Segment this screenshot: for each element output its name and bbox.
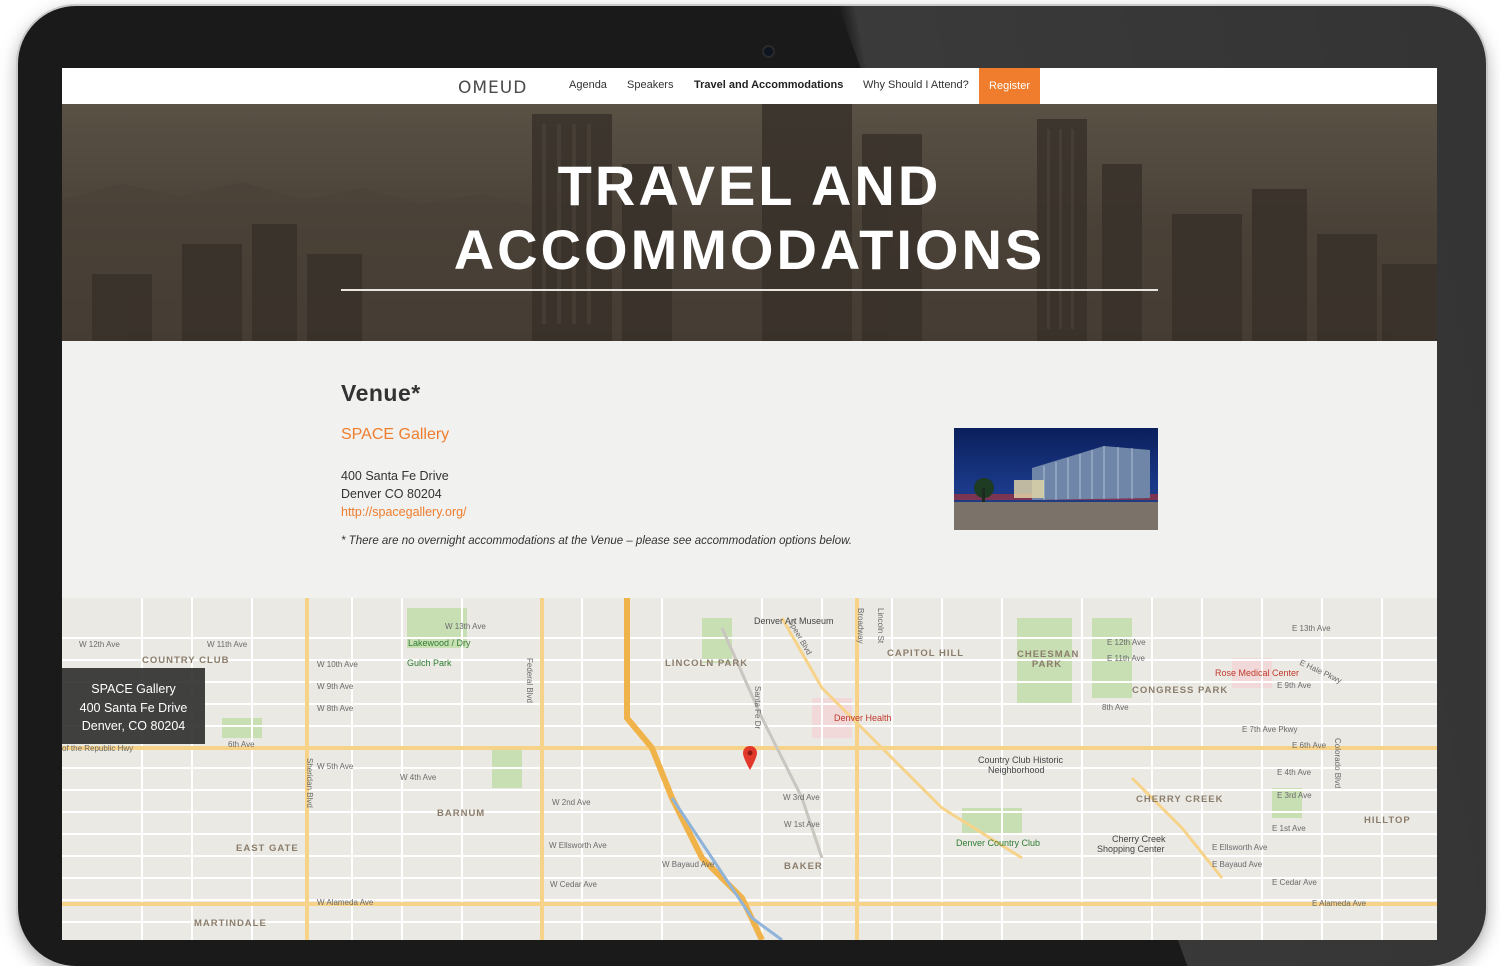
- page-title-line2: ACCOMMODATIONS: [453, 218, 1046, 281]
- street-label: Federal Blvd: [525, 658, 534, 703]
- venue-address-line2: Denver CO 80204: [341, 487, 442, 501]
- browser-screen: OMEUD Agenda Speakers Travel and Accommo…: [62, 68, 1437, 940]
- street-label: E 7th Ave Pkwy: [1242, 725, 1298, 734]
- street-label: W 10th Ave: [317, 660, 358, 669]
- venue-name-link[interactable]: SPACE Gallery: [341, 426, 449, 444]
- info-window-city: Denver, CO 80204: [81, 719, 186, 733]
- map-area-label: CAPITOL HILL: [887, 648, 965, 659]
- street-label: W 1st Ave: [784, 820, 820, 829]
- map-area-label: LINCOLN PARK: [665, 658, 749, 669]
- street-label: E 4th Ave: [1277, 768, 1312, 777]
- hero-banner: TRAVEL AND ACCOMMODATIONS: [62, 104, 1437, 341]
- map-poi-label[interactable]: Rose Medical Center: [1215, 668, 1299, 678]
- laptop-frame: OMEUD Agenda Speakers Travel and Accommo…: [18, 6, 1486, 966]
- street-label: W Cedar Ave: [550, 880, 597, 889]
- page-title-line1: TRAVEL AND: [557, 154, 942, 217]
- street-label: Colorado Blvd: [1333, 738, 1342, 789]
- nav-link-why-attend[interactable]: Why Should I Attend?: [863, 79, 969, 91]
- street-label: E Cedar Ave: [1272, 878, 1317, 887]
- nav-link-travel[interactable]: Travel and Accommodations: [694, 79, 843, 91]
- venue-note: * There are no overnight accommodations …: [341, 535, 852, 547]
- map-pin-icon[interactable]: [743, 746, 757, 770]
- top-nav: OMEUD Agenda Speakers Travel and Accommo…: [62, 68, 1437, 104]
- map-poi-label[interactable]: Country Club Historic: [978, 755, 1063, 765]
- street-label: 8th Ave: [1102, 703, 1129, 712]
- street-label: W 9th Ave: [317, 682, 354, 691]
- map-area-label: BARNUM: [437, 808, 486, 819]
- street-label: E 1st Ave: [1272, 824, 1306, 833]
- map-area-label: CONGRESS PARK: [1132, 685, 1229, 696]
- map-info-window: SPACE Gallery 400 Santa Fe Drive Denver,…: [62, 668, 205, 744]
- map-area-label: COUNTRY CLUB: [142, 655, 230, 666]
- street-label: W 4th Ave: [400, 773, 437, 782]
- street-label: E 11th Ave: [1107, 654, 1145, 663]
- map-area-label: HILLTOP: [1364, 815, 1411, 826]
- map-area-label: EAST GATE: [236, 843, 299, 854]
- map-poi-label[interactable]: Lakewood / Dry: [408, 638, 471, 648]
- site-logo[interactable]: OMEUD: [458, 78, 527, 98]
- register-button[interactable]: Register: [979, 68, 1040, 104]
- street-label: 6th Ave: [228, 740, 255, 749]
- street-label: W 13th Ave: [445, 622, 486, 631]
- street-label: Sheridan Blvd: [305, 758, 314, 808]
- street-label: E Ellsworth Ave: [1212, 843, 1268, 852]
- nav-link-agenda[interactable]: Agenda: [569, 79, 607, 91]
- street-label: E 3rd Ave: [1277, 791, 1312, 800]
- map-poi-label[interactable]: Denver Country Club: [956, 838, 1040, 848]
- map-poi-label[interactable]: Neighborhood: [988, 765, 1045, 775]
- venue-photo-image: [954, 428, 1158, 530]
- street-label: E Bayaud Ave: [1212, 860, 1263, 869]
- street-label: W Ellsworth Ave: [549, 841, 607, 850]
- venue-address-line1: 400 Santa Fe Drive: [341, 469, 449, 483]
- street-label: E 12th Ave: [1107, 638, 1146, 647]
- street-label: Santa Fe Dr: [753, 686, 762, 730]
- map-area-label: BAKER: [784, 861, 823, 872]
- venue-heading: Venue*: [341, 380, 421, 406]
- street-label: W Bayaud Ave: [662, 860, 715, 869]
- nav-link-speakers[interactable]: Speakers: [627, 79, 673, 91]
- street-label: E 13th Ave: [1292, 624, 1331, 633]
- street-label: Broadway: [856, 608, 865, 644]
- title-divider: [341, 289, 1158, 291]
- street-label: W Alameda Ave: [317, 898, 374, 907]
- street-label: W 3rd Ave: [783, 793, 820, 802]
- map-poi-label[interactable]: Gulch Park: [407, 658, 452, 668]
- street-label: W 5th Ave: [317, 762, 354, 771]
- map-poi-label[interactable]: Denver Health: [834, 713, 892, 723]
- street-label: E 6th Ave: [1292, 741, 1327, 750]
- street-label: E 9th Ave: [1277, 681, 1312, 690]
- map-area-label: CHERRY CREEK: [1136, 794, 1224, 805]
- info-window-address: 400 Santa Fe Drive: [79, 700, 188, 715]
- map-area-label: MARTINDALE: [194, 918, 267, 929]
- street-label: Lincoln St: [876, 608, 885, 644]
- page-title: TRAVEL AND ACCOMMODATIONS: [62, 154, 1437, 282]
- info-window-name: SPACE Gallery: [91, 682, 176, 696]
- venue-photo: [954, 428, 1158, 530]
- street-label: W 12th Ave: [79, 640, 120, 649]
- map-area-label: CHEESMAN PARK: [1017, 649, 1080, 670]
- map-poi-label[interactable]: Cherry Creek: [1112, 834, 1166, 844]
- venue-website-link[interactable]: http://spacegallery.org/: [341, 505, 467, 519]
- street-label: E Alameda Ave: [1312, 899, 1367, 908]
- map-poi-label[interactable]: Shopping Center: [1097, 844, 1165, 854]
- street-label: of the Republic Hwy: [62, 744, 134, 753]
- webcam: [764, 47, 773, 56]
- street-label: W 2nd Ave: [552, 798, 591, 807]
- venue-map[interactable]: COUNTRY CLUB LINCOLN PARK CAPITOL HILL C…: [62, 598, 1437, 940]
- street-label: W 11th Ave: [207, 640, 248, 649]
- street-label: W 8th Ave: [317, 704, 354, 713]
